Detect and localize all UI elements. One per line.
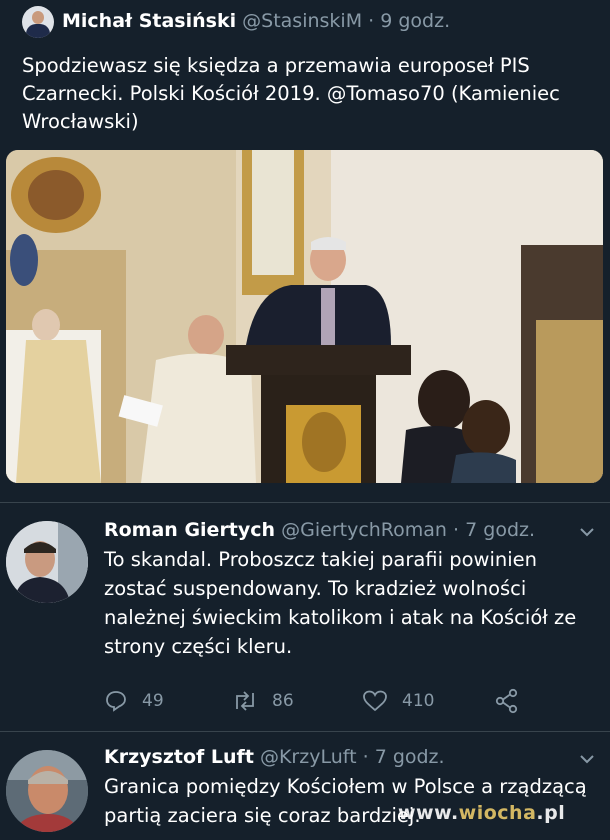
tweet-actions: 49 86 410 (104, 686, 584, 716)
author-avatar[interactable] (22, 6, 54, 38)
reply-icon (106, 691, 126, 712)
author-handle[interactable]: @StasinskiM (242, 10, 362, 32)
main-tweet: Michał Stasiński @StasinskiM · 9 godz. S… (0, 0, 610, 502)
share-icon (495, 688, 518, 714)
reply-header: Krzysztof Luft @KrzyLuft · 7 godz. (104, 744, 445, 770)
reply-text-line: Granica pomiędzy Kościołem w Polsce a rz… (104, 775, 587, 798)
author-name[interactable]: Roman Giertych (104, 519, 275, 541)
reply-text-line: To skandal. Proboszcz takiej parafii pow… (104, 548, 537, 571)
chevron-down-icon[interactable] (578, 750, 596, 768)
author-handle[interactable]: @KrzyLuft (260, 746, 357, 768)
watermark: www.wiocha.pl (398, 802, 565, 824)
tweet-text-line: Spodziewasz się księdza a przemawia euro… (22, 54, 530, 77)
watermark-prefix: www. (398, 802, 459, 824)
reply-avatar[interactable] (6, 521, 88, 603)
person-avatar-image (6, 750, 88, 832)
separator-dot: · (453, 519, 460, 541)
retweet-count: 86 (272, 691, 294, 711)
tweet-header: Michał Stasiński @StasinskiM · 9 godz. (62, 8, 450, 34)
separator-dot: · (362, 746, 369, 768)
reply-text-line: należnej świeckim katolikom i atak na Ko… (104, 606, 577, 629)
tweet-time[interactable]: 7 godz. (465, 519, 535, 541)
reply-header: Roman Giertych @GiertychRoman · 7 godz. (104, 517, 535, 543)
reply-avatar[interactable] (6, 750, 88, 832)
author-handle[interactable]: @GiertychRoman (281, 519, 447, 541)
author-name[interactable]: Michał Stasiński (62, 10, 236, 32)
like-count: 410 (402, 691, 435, 711)
share-button[interactable] (494, 686, 534, 716)
reply-button[interactable]: 49 (104, 686, 164, 716)
like-button[interactable]: 410 (362, 686, 434, 716)
church-photo-illustration (6, 150, 603, 483)
tweet-photo[interactable] (6, 150, 603, 483)
tweet-text-line: Czarnecki. Polski Kościół 2019. @Tomaso7… (22, 82, 560, 105)
tweet-text-line: Wrocławski) (22, 110, 139, 133)
heart-icon (363, 690, 387, 712)
separator-dot: · (368, 10, 375, 32)
tweet-text: Spodziewasz się księdza a przemawia euro… (22, 52, 582, 136)
retweet-button[interactable]: 86 (232, 686, 294, 716)
watermark-brand: wiocha (458, 802, 537, 824)
chevron-down-icon[interactable] (578, 523, 596, 541)
author-name[interactable]: Krzysztof Luft (104, 746, 254, 768)
reply-text-line: zostać suspendowany. To kradzież wolnośc… (104, 577, 527, 600)
person-avatar-image (6, 521, 88, 603)
reply-text-line: strony części kleru. (104, 635, 293, 658)
reply-count: 49 (142, 691, 164, 711)
tweet-time[interactable]: 9 godz. (380, 10, 450, 32)
reply-text: To skandal. Proboszcz takiej parafii pow… (104, 545, 594, 661)
tweet-time[interactable]: 7 godz. (375, 746, 445, 768)
watermark-suffix: .pl (536, 802, 566, 824)
retweet-icon (236, 691, 254, 711)
